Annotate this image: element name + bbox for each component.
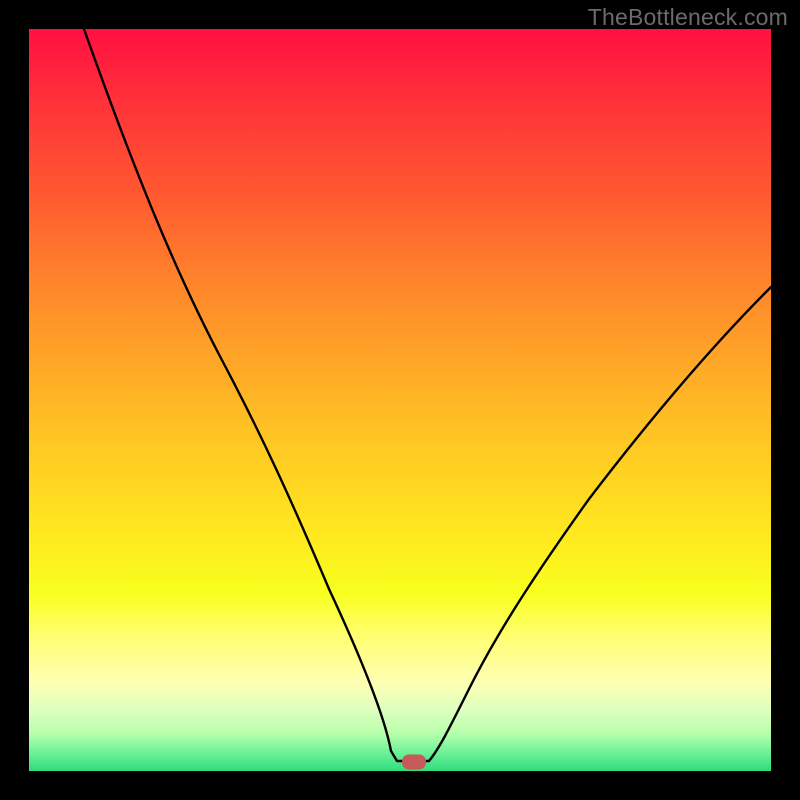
plot-area	[29, 29, 771, 771]
curve-left-branch	[84, 29, 429, 761]
curve-right-branch	[429, 287, 771, 761]
optimum-marker	[402, 755, 426, 770]
bottleneck-curve	[29, 29, 771, 771]
watermark-text: TheBottleneck.com	[588, 4, 788, 31]
chart-frame: TheBottleneck.com	[0, 0, 800, 800]
